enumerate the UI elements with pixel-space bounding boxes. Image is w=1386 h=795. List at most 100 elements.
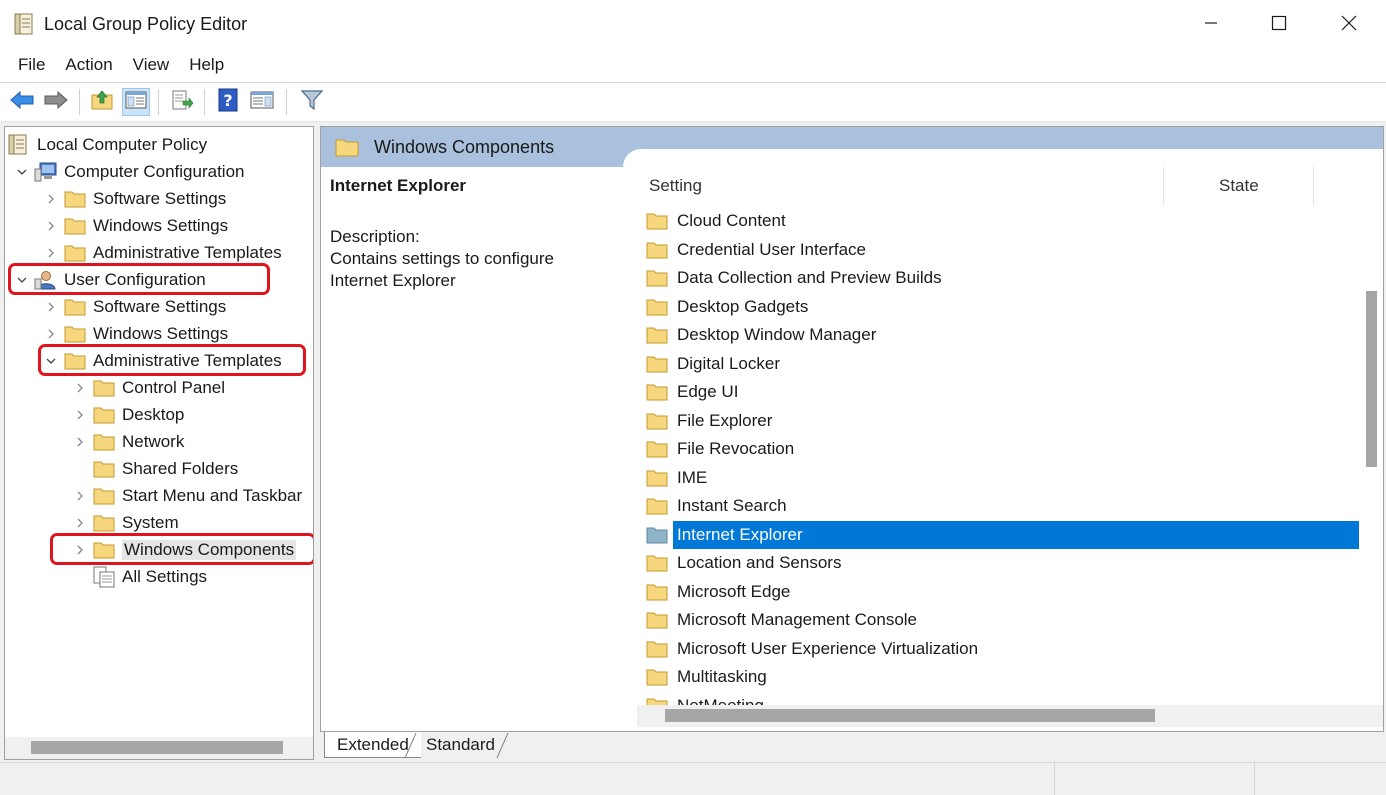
tree-item-system[interactable]: System [72, 509, 179, 536]
no-chevron [72, 563, 88, 590]
title-bar: Local Group Policy Editor [0, 0, 1386, 50]
tree-item-control-panel[interactable]: Control Panel [72, 374, 225, 401]
folder-icon [645, 438, 669, 460]
list-item-desktop-gadgets[interactable]: Desktop Gadgets [645, 293, 1359, 321]
tree-scroll-thumb[interactable] [31, 741, 283, 754]
tab-standard[interactable]: Standard [414, 732, 507, 758]
menu-help[interactable]: Help [179, 50, 234, 82]
list-item-label: Location and Sensors [677, 553, 842, 572]
list-item-label: Instant Search [677, 496, 787, 515]
folder-icon [63, 296, 87, 318]
list-item-microsoft-user-experience-virtualization[interactable]: Microsoft User Experience Virtualization [645, 635, 1359, 663]
folder-icon [92, 512, 116, 534]
maximize-button[interactable] [1244, 0, 1314, 50]
list-vertical-scrollbar[interactable] [1361, 205, 1383, 705]
show-hide-tree-button[interactable] [122, 88, 150, 116]
list-item-label: Microsoft Edge [677, 581, 791, 601]
folder-icon [335, 136, 359, 158]
folder-icon [645, 638, 669, 660]
folder-icon [92, 485, 116, 507]
policy-document-icon [7, 134, 31, 156]
folder-icon [645, 666, 669, 688]
settings-list: Setting State Cloud Content Credential Us… [637, 167, 1383, 731]
tree-item-all-settings[interactable]: All Settings [72, 563, 207, 590]
export-list-button[interactable] [168, 88, 196, 116]
tree-item-start-menu-and-taskbar[interactable]: Start Menu and Taskbar [72, 482, 302, 509]
tree-item-administrative-templates[interactable]: Administrative Templates [43, 239, 282, 266]
folder-icon [645, 353, 669, 375]
tree-item-local-computer-policy[interactable]: Local Computer Policy [7, 131, 207, 158]
column-state-label: State [1219, 176, 1259, 195]
list-item-multitasking[interactable]: Multitasking [645, 663, 1359, 691]
description-panel: Internet Explorer Description: Contains … [321, 167, 637, 731]
list-item-data-collection-and-preview-builds[interactable]: Data Collection and Preview Builds [645, 264, 1359, 292]
status-bar [0, 762, 1386, 795]
chevron-right-icon[interactable] [43, 185, 59, 212]
chevron-right-icon[interactable] [72, 482, 88, 509]
list-item-ime[interactable]: IME [645, 464, 1359, 492]
chevron-right-icon[interactable] [43, 212, 59, 239]
up-one-level-button[interactable] [88, 88, 116, 116]
window-title: Local Group Policy Editor [44, 14, 248, 34]
list-vscroll-thumb[interactable] [1366, 291, 1377, 467]
folder-icon [645, 210, 669, 232]
tree-horizontal-scrollbar[interactable] [5, 737, 313, 759]
tree-item-software-settings[interactable]: Software Settings [43, 293, 226, 320]
chevron-right-icon[interactable] [72, 509, 88, 536]
chevron-down-icon[interactable] [14, 158, 30, 185]
list-item-microsoft-management-console[interactable]: Microsoft Management Console [645, 606, 1359, 634]
filter-button[interactable] [298, 88, 326, 116]
list-item-microsoft-edge[interactable]: Microsoft Edge [645, 578, 1359, 606]
tree-item-label: Software Settings [93, 188, 227, 208]
chevron-right-icon[interactable] [72, 401, 88, 428]
list-item-instant-search[interactable]: Instant Search [645, 492, 1359, 520]
list-item-label: Desktop Gadgets [677, 296, 809, 316]
list-hscroll-thumb[interactable] [665, 709, 1155, 722]
list-item-file-revocation[interactable]: File Revocation [645, 435, 1359, 463]
back-button[interactable] [8, 88, 36, 116]
tree-item-software-settings[interactable]: Software Settings [43, 185, 226, 212]
list-item-cloud-content[interactable]: Cloud Content [645, 207, 1359, 235]
tree-item-label: System [122, 512, 179, 532]
tree-item-windows-settings[interactable]: Windows Settings [43, 212, 228, 239]
export-list-icon [171, 89, 194, 116]
help-button[interactable]: ? [214, 88, 242, 116]
folder-icon [92, 458, 116, 480]
menu-action[interactable]: Action [55, 50, 122, 82]
menu-file[interactable]: File [8, 50, 55, 82]
menu-view[interactable]: View [123, 50, 180, 82]
view-tabs: Extended Standard [320, 732, 1384, 760]
list-item-internet-explorer[interactable]: Internet Explorer [645, 520, 1359, 549]
tree-item-label: Windows Settings [93, 323, 229, 343]
list-item-edge-ui[interactable]: Edge UI [645, 378, 1359, 406]
list-item-desktop-window-manager[interactable]: Desktop Window Manager [645, 321, 1359, 349]
folder-icon [645, 524, 669, 546]
close-button[interactable] [1314, 0, 1384, 50]
column-header-setting[interactable]: Setting [649, 167, 1149, 205]
chevron-right-icon[interactable] [43, 293, 59, 320]
show-hide-action-pane-button[interactable] [248, 88, 276, 116]
list-item-location-and-sensors[interactable]: Location and Sensors [645, 549, 1359, 577]
folder-icon [645, 609, 669, 631]
tree-item-network[interactable]: Network [72, 428, 184, 455]
folder-icon [645, 267, 669, 289]
minimize-button[interactable] [1176, 0, 1246, 50]
policy-document-icon [14, 12, 36, 36]
list-item-credential-user-interface[interactable]: Credential User Interface [645, 236, 1359, 264]
chevron-right-icon[interactable] [72, 428, 88, 455]
tree-item-windows-settings[interactable]: Windows Settings [43, 320, 228, 347]
chevron-right-icon[interactable] [43, 320, 59, 347]
chevron-right-icon[interactable] [43, 239, 59, 266]
list-item-file-explorer[interactable]: File Explorer [645, 407, 1359, 435]
list-item-digital-locker[interactable]: Digital Locker [645, 350, 1359, 378]
tree-item-label: Software Settings [93, 296, 227, 316]
tree-item-desktop[interactable]: Desktop [72, 401, 184, 428]
folder-icon [63, 215, 87, 237]
list-horizontal-scrollbar[interactable] [637, 705, 1383, 727]
tree-item-computer-configuration[interactable]: Computer Configuration [14, 158, 244, 185]
tree-item-label: Computer Configuration [64, 161, 245, 181]
chevron-right-icon[interactable] [72, 374, 88, 401]
toolbar: ? [0, 82, 1386, 122]
tree-item-shared-folders[interactable]: Shared Folders [72, 455, 238, 482]
forward-button[interactable] [42, 88, 70, 116]
